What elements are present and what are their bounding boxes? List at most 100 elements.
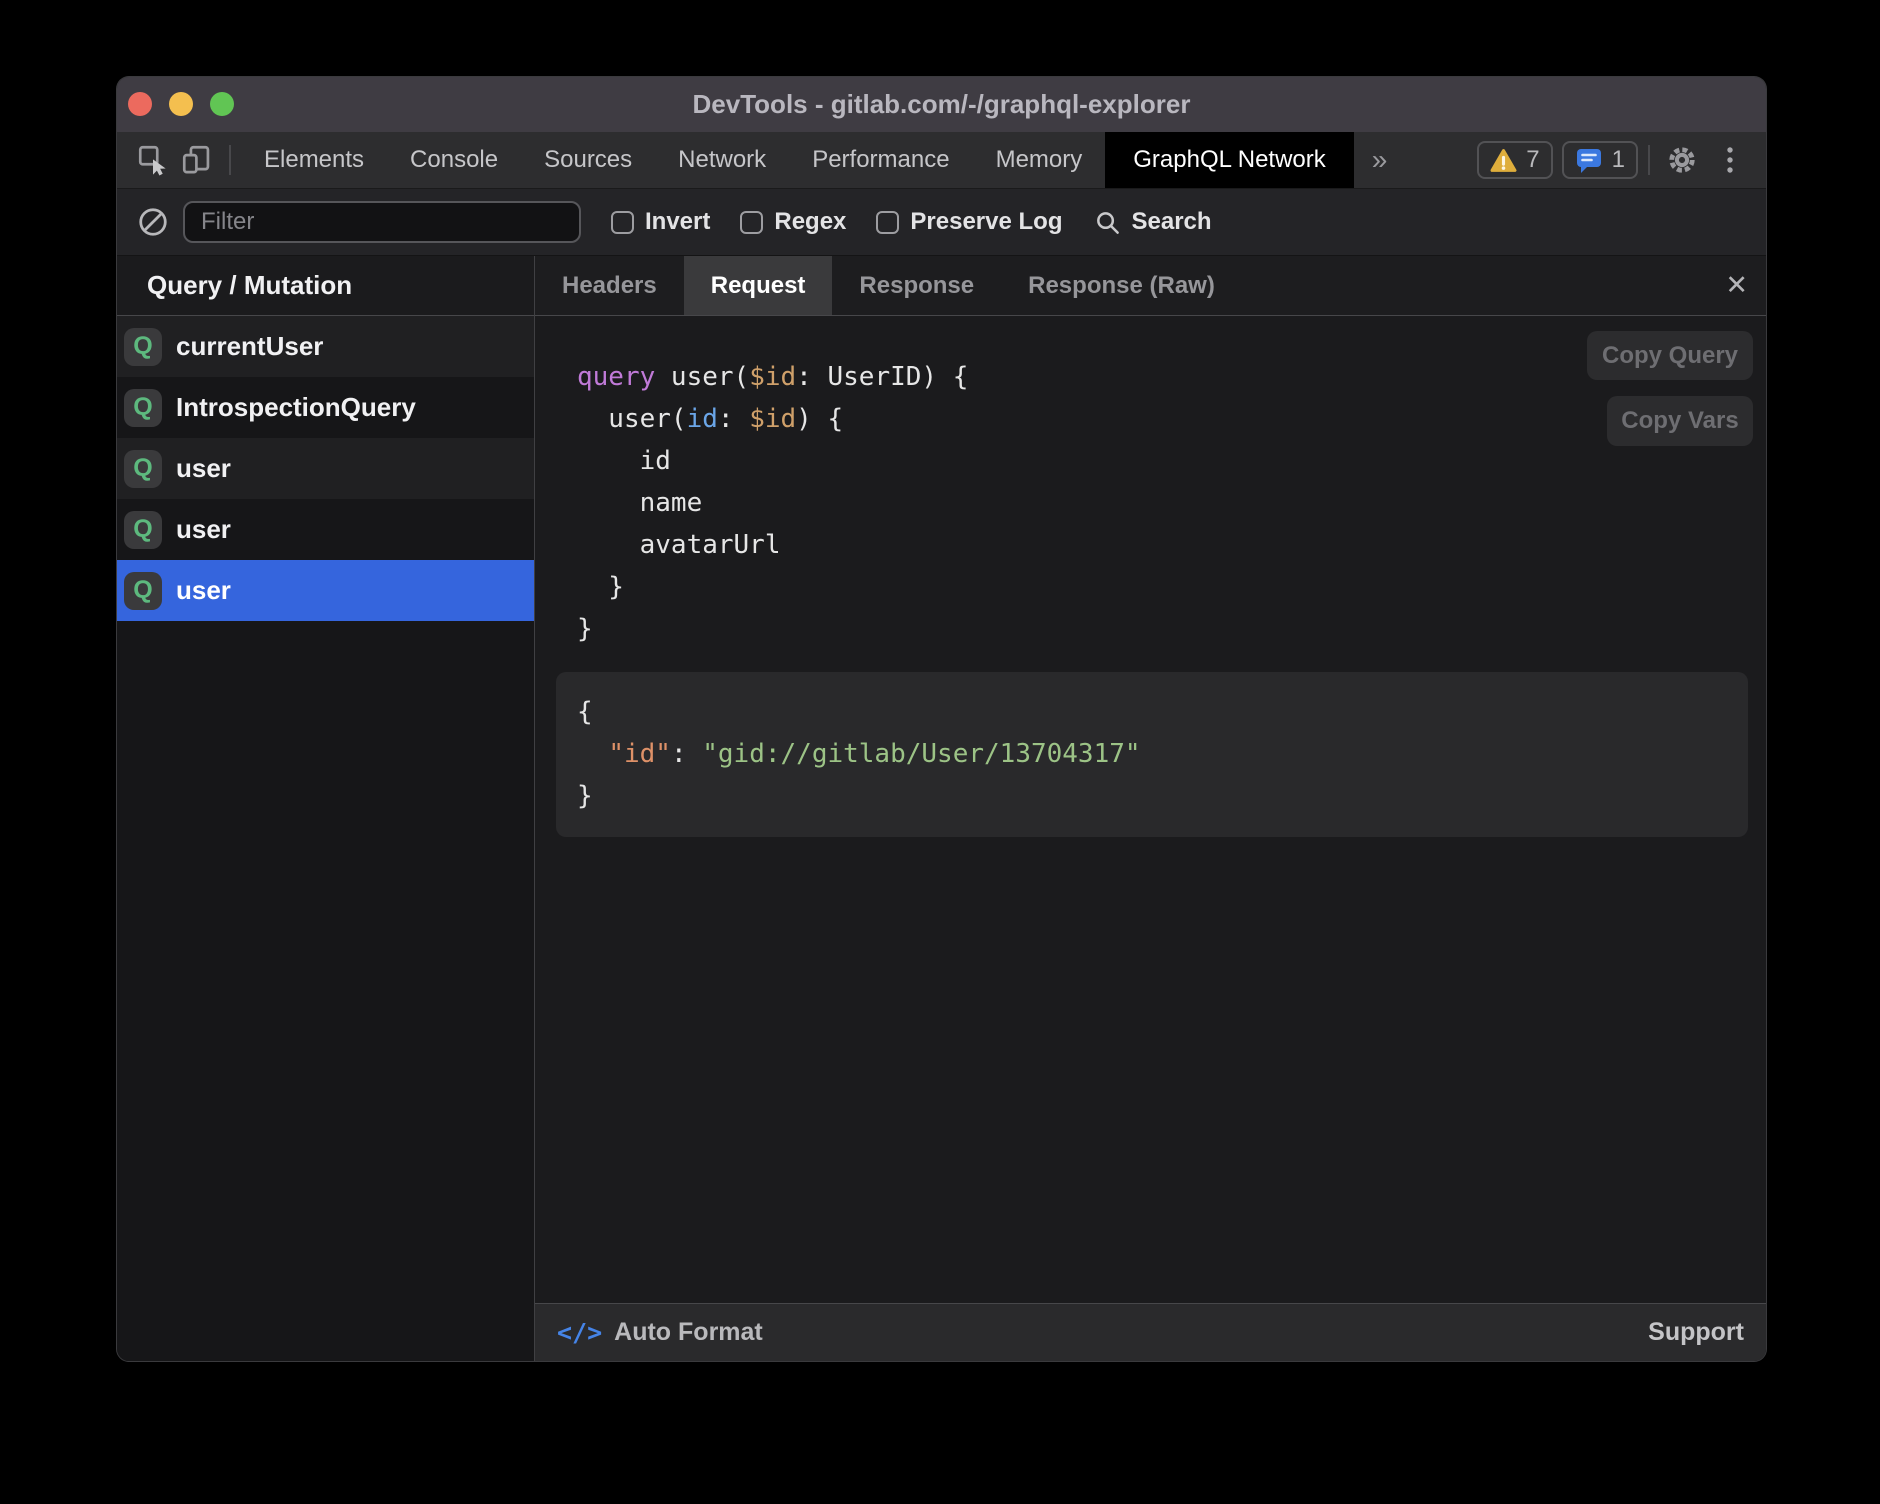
query-type-badge: Q	[124, 389, 162, 427]
panel-tab-headers[interactable]: Headers	[535, 256, 684, 315]
code-token: }	[577, 572, 624, 602]
main-content: Query / Mutation QcurrentUser Q Introspect…	[117, 256, 1766, 1361]
preserve-log-checkbox-input[interactable]	[876, 211, 899, 234]
close-icon[interactable]: ✕	[1725, 256, 1748, 315]
tab-memory[interactable]: Memory	[973, 132, 1106, 188]
message-bubble-icon	[1575, 147, 1603, 174]
code-line: name	[577, 482, 968, 524]
query-list-item[interactable]: Quser	[117, 560, 534, 621]
query-list-item[interactable]: QcurrentUser	[117, 316, 534, 377]
warnings-count: 7	[1526, 146, 1539, 174]
code-token: id	[577, 446, 671, 476]
title-bar: DevTools - gitlab.com/-/graphql-explorer	[117, 77, 1766, 132]
desktop: { "window": { "title": "DevTools - gitla…	[0, 0, 1880, 1504]
panel-tab-bar: HeadersRequestResponseResponse (Raw) ✕	[535, 256, 1766, 316]
code-token: $id	[749, 362, 796, 392]
code-token: avatarUrl	[577, 530, 781, 560]
more-tabs-icon[interactable]: »	[1354, 132, 1406, 188]
clear-filter-icon[interactable]	[137, 206, 169, 238]
code-line: query user($id: UserID) {	[577, 356, 968, 398]
query-list-item[interactable]: Quser	[117, 499, 534, 560]
graphql-query-code: query user($id: UserID) { user(id: $id) …	[577, 356, 968, 650]
filter-toolbar: Invert Regex Preserve Log Search	[117, 189, 1766, 256]
query-name: user	[176, 453, 231, 484]
code-token: : UserID) {	[796, 362, 968, 392]
copy-query-button[interactable]: Copy Query	[1587, 331, 1753, 380]
query-name: IntrospectionQuery	[176, 392, 416, 423]
zoom-window-button[interactable]	[210, 92, 234, 116]
code-token: query	[577, 362, 655, 392]
inspect-element-icon[interactable]	[131, 132, 175, 188]
code-line: "id": "gid://gitlab/User/13704317"	[577, 733, 1728, 775]
code-token: :	[718, 404, 749, 434]
copy-vars-button[interactable]: Copy Vars	[1607, 396, 1753, 446]
panel-tab-request[interactable]: Request	[684, 256, 833, 315]
panel-tab-response[interactable]: Response	[832, 256, 1001, 315]
checkbox-regex[interactable]: Regex	[740, 208, 846, 236]
auto-format-icon: </>	[557, 1318, 602, 1347]
messages-badge[interactable]: 1	[1562, 141, 1638, 179]
search-icon	[1094, 209, 1121, 236]
code-token: id	[687, 404, 718, 434]
panel-tab-response-raw[interactable]: Response (Raw)	[1001, 256, 1242, 315]
code-line: avatarUrl	[577, 524, 968, 566]
code-line: {	[577, 691, 1728, 733]
tab-graphql-network[interactable]: GraphQL Network	[1105, 132, 1354, 188]
checkbox-invert[interactable]: Invert	[611, 208, 710, 236]
gear-icon[interactable]	[1660, 132, 1704, 188]
code-token: }	[577, 614, 593, 644]
devtools-tab-bar: ElementsConsoleSourcesNetworkPerformance…	[117, 132, 1766, 189]
code-token: $id	[749, 404, 796, 434]
tab-elements[interactable]: Elements	[241, 132, 387, 188]
messages-count: 1	[1612, 146, 1625, 174]
warning-icon	[1490, 148, 1517, 173]
query-type-badge: Q	[124, 572, 162, 610]
query-name: user	[176, 514, 231, 545]
code-token: "id"	[608, 739, 671, 769]
minimize-window-button[interactable]	[169, 92, 193, 116]
toolbar-divider	[229, 145, 231, 175]
checkbox-label: Regex	[774, 208, 846, 236]
devtools-tabs: ElementsConsoleSourcesNetworkPerformance…	[241, 132, 1105, 188]
code-token: {	[577, 697, 593, 727]
code-line: id	[577, 440, 968, 482]
search-control[interactable]: Search	[1094, 208, 1211, 236]
checkbox-label: Preserve Log	[910, 208, 1062, 236]
query-list-item[interactable]: Q IntrospectionQuery	[117, 377, 534, 438]
window-title: DevTools - gitlab.com/-/graphql-explorer	[693, 89, 1191, 120]
variables-json-code: { "id": "gid://gitlab/User/13704317"}	[577, 691, 1728, 817]
sidebar-header: Query / Mutation	[117, 256, 534, 316]
panel-footer: </> Auto Format Support	[535, 1303, 1766, 1361]
code-line: }	[577, 775, 1728, 817]
close-window-button[interactable]	[128, 92, 152, 116]
tab-console[interactable]: Console	[387, 132, 521, 188]
regex-checkbox-input[interactable]	[740, 211, 763, 234]
code-token	[577, 739, 608, 769]
query-list-item[interactable]: Quser	[117, 438, 534, 499]
tab-network[interactable]: Network	[655, 132, 789, 188]
warnings-badge[interactable]: 7	[1477, 141, 1552, 179]
code-token: name	[577, 488, 702, 518]
request-tab-content: query user($id: UserID) { user(id: $id) …	[535, 316, 1766, 1303]
support-link[interactable]: Support	[1648, 1318, 1744, 1347]
code-line: }	[577, 566, 968, 608]
code-token: ) {	[796, 404, 843, 434]
auto-format-button[interactable]: </> Auto Format	[557, 1318, 763, 1347]
detail-panel: HeadersRequestResponseResponse (Raw) ✕ q…	[535, 256, 1766, 1361]
checkbox-label: Invert	[645, 208, 710, 236]
query-type-badge: Q	[124, 450, 162, 488]
kebab-menu-icon[interactable]	[1708, 132, 1752, 188]
query-list: QcurrentUserQIntrospectionQueryQuserQuse…	[117, 316, 534, 621]
invert-checkbox-input[interactable]	[611, 211, 634, 234]
code-line: user(id: $id) {	[577, 398, 968, 440]
search-label: Search	[1131, 208, 1211, 236]
checkbox-preserve-log[interactable]: Preserve Log	[876, 208, 1062, 236]
code-token: :	[671, 739, 702, 769]
code-token: user(	[655, 362, 749, 392]
code-token: user(	[577, 404, 687, 434]
device-toolbar-icon[interactable]	[175, 132, 219, 188]
tab-sources[interactable]: Sources	[521, 132, 655, 188]
tab-performance[interactable]: Performance	[789, 132, 972, 188]
filter-input[interactable]	[183, 201, 581, 243]
toolbar-divider-right	[1648, 145, 1650, 175]
